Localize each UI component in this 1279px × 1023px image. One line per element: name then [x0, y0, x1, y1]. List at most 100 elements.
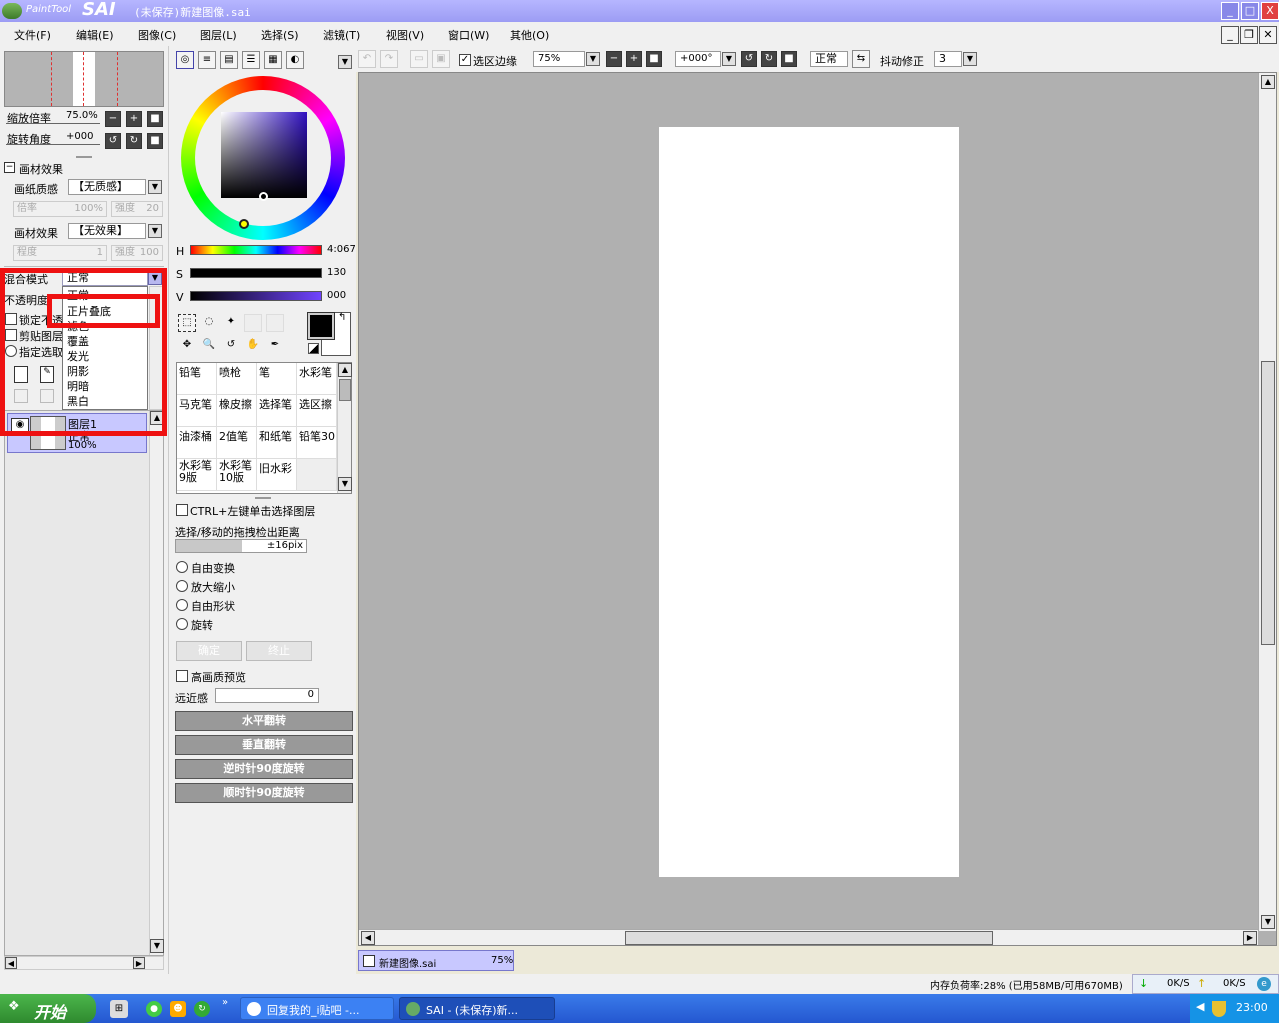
- tool-panel-menu-icon[interactable]: ▼: [338, 55, 352, 69]
- quicklaunch-icon-2[interactable]: ●: [146, 1001, 162, 1017]
- effect-select[interactable]: 【无效果】: [68, 223, 146, 239]
- canvas-tab[interactable]: 新建图像.sai 75%: [358, 950, 514, 971]
- angle-dropdown-icon[interactable]: ▼: [722, 52, 736, 66]
- hsv-slider-mode-icon[interactable]: ▤: [220, 51, 238, 69]
- ctrl-select-checkbox[interactable]: [176, 504, 188, 516]
- menu-file[interactable]: 文件(F): [14, 27, 51, 43]
- toolbar-rotate-cw-button[interactable]: ↻: [761, 51, 777, 67]
- canvas-page[interactable]: [659, 127, 959, 877]
- brush-watercolor9[interactable]: 水彩笔9版: [177, 459, 217, 491]
- menu-view[interactable]: 视图(V): [386, 27, 424, 43]
- brush-airbrush[interactable]: 喷枪: [217, 363, 257, 395]
- quicklaunch-chevron[interactable]: »: [222, 997, 228, 1008]
- mdi-restore-button[interactable]: ❐: [1240, 26, 1258, 44]
- effect-dropdown-icon[interactable]: ▼: [148, 224, 162, 238]
- rotate-value[interactable]: +000: [66, 131, 93, 142]
- brush-scroll-up-icon[interactable]: ▲: [338, 363, 352, 377]
- invert-select-icon[interactable]: ▣: [432, 50, 450, 68]
- quicklaunch-icon-4[interactable]: ↻: [194, 1001, 210, 1017]
- brush-grid-scrollbar[interactable]: ▲ ▼: [337, 363, 352, 493]
- rect-select-icon[interactable]: ⬚: [178, 314, 196, 332]
- scale-radio[interactable]: [176, 580, 188, 592]
- eyedropper-icon[interactable]: ✒: [266, 337, 284, 355]
- hq-preview-checkbox[interactable]: [176, 670, 188, 682]
- brush-scroll-down-icon[interactable]: ▼: [338, 477, 352, 491]
- rotate-ccw90-button[interactable]: 逆时针90度旋转: [175, 759, 353, 779]
- flip-view-icon[interactable]: ⇆: [852, 50, 870, 68]
- hand-icon[interactable]: ✋: [244, 337, 262, 355]
- brush-scroll-thumb[interactable]: [339, 379, 351, 401]
- rotate-slider[interactable]: [6, 144, 100, 145]
- maximize-button[interactable]: □: [1241, 2, 1259, 20]
- canvas-scroll-down-icon[interactable]: ▼: [1261, 915, 1275, 929]
- brush-select-pen[interactable]: 选择笔: [257, 395, 297, 427]
- sv-cursor[interactable]: [259, 192, 268, 201]
- menu-select[interactable]: 选择(S): [261, 27, 299, 43]
- redo-icon[interactable]: ↷: [380, 50, 398, 68]
- minimize-button[interactable]: _: [1221, 2, 1239, 20]
- canvas-hscroll-thumb[interactable]: [625, 931, 993, 945]
- lasso-icon[interactable]: ◌: [200, 314, 218, 332]
- s-slider[interactable]: [190, 268, 322, 278]
- canvas-hscrollbar[interactable]: ◀ ▶: [359, 929, 1258, 945]
- hue-cursor[interactable]: [239, 219, 249, 229]
- toolbar-zoom-out-button[interactable]: −: [606, 51, 622, 67]
- rotate-radio[interactable]: [176, 618, 188, 630]
- saturation-value-square[interactable]: [221, 112, 307, 198]
- zoom-reset-button[interactable]: ■: [147, 111, 163, 127]
- angle-select[interactable]: +000°: [675, 51, 721, 67]
- brush-pencil[interactable]: 铅笔: [177, 363, 217, 395]
- tray-arrow-icon[interactable]: ◀: [1196, 1000, 1204, 1013]
- brush-old-watercolor[interactable]: 旧水彩: [257, 459, 297, 491]
- brush-binary-pen[interactable]: 2值笔: [217, 427, 257, 459]
- deselect-icon[interactable]: ▭: [410, 50, 428, 68]
- color-wheel-mode-icon[interactable]: ◎: [176, 51, 194, 69]
- ie-icon[interactable]: e: [1257, 977, 1271, 991]
- quicklaunch-icon-3[interactable]: ☻: [170, 1001, 186, 1017]
- navigator-preview[interactable]: [4, 51, 164, 107]
- brush-watercolor[interactable]: 水彩笔: [297, 363, 337, 395]
- scroll-down-icon[interactable]: ▼: [150, 939, 164, 953]
- zoom-slider[interactable]: [6, 123, 100, 124]
- taskbar-item-browser[interactable]: 回复我的_i贴吧 -...: [240, 997, 394, 1020]
- layer-list-scrollbar[interactable]: ▲ ▼: [149, 411, 164, 955]
- zoom-dropdown-icon[interactable]: ▼: [586, 52, 600, 66]
- stabilizer-dropdown-icon[interactable]: ▼: [963, 52, 977, 66]
- canvas-scroll-right-icon[interactable]: ▶: [1243, 931, 1257, 945]
- brush-pen[interactable]: 笔: [257, 363, 297, 395]
- view-mode-select[interactable]: 正常: [810, 51, 848, 67]
- start-button[interactable]: ❖ 开始: [0, 994, 96, 1023]
- scroll-left-icon[interactable]: ◀: [5, 957, 17, 969]
- scroll-right-icon[interactable]: ▶: [133, 957, 145, 969]
- canvas-scroll-up-icon[interactable]: ▲: [1261, 75, 1275, 89]
- stabilizer-select[interactable]: 3: [934, 51, 962, 67]
- rotate-icon[interactable]: ↺: [222, 337, 240, 355]
- layer-list-hscrollbar[interactable]: ◀ ▶: [4, 956, 164, 970]
- brush-watercolor10[interactable]: 水彩笔10版: [217, 459, 257, 491]
- brush-marker[interactable]: 马克笔: [177, 395, 217, 427]
- toolbar-rotate-reset-button[interactable]: ■: [781, 51, 797, 67]
- menu-image[interactable]: 图像(C): [138, 27, 176, 43]
- zoom-out-button[interactable]: −: [105, 111, 121, 127]
- panel-splitter-2[interactable]: [255, 497, 271, 499]
- rotate-ccw-button[interactable]: ↺: [105, 133, 121, 149]
- rgb-slider-mode-icon[interactable]: ≡: [198, 51, 216, 69]
- brush-eraser[interactable]: 橡皮擦: [217, 395, 257, 427]
- magic-wand-icon[interactable]: ✦: [222, 314, 240, 332]
- swatches-mode-icon[interactable]: ▦: [264, 51, 282, 69]
- menu-filter[interactable]: 滤镜(T): [323, 27, 360, 43]
- brush-empty-slot[interactable]: [297, 459, 337, 491]
- undo-icon[interactable]: ↶: [358, 50, 376, 68]
- h-slider[interactable]: [190, 245, 322, 255]
- scratchpad-mode-icon[interactable]: ◐: [286, 51, 304, 69]
- quicklaunch-icon-1[interactable]: ⊞: [110, 1000, 128, 1018]
- paper-rate-field[interactable]: 倍率 100%: [13, 201, 107, 217]
- mdi-minimize-button[interactable]: _: [1221, 26, 1239, 44]
- cancel-button[interactable]: 终止: [246, 641, 312, 661]
- selection-edge-checkbox[interactable]: ✓: [459, 54, 471, 66]
- canvas-viewport[interactable]: ▲ ▼ ◀ ▶: [358, 72, 1277, 946]
- perspective-field[interactable]: 0: [215, 688, 319, 703]
- brush-bucket[interactable]: 油漆桶: [177, 427, 217, 459]
- canvas-vscroll-thumb[interactable]: [1261, 361, 1275, 645]
- v-slider[interactable]: [190, 291, 322, 301]
